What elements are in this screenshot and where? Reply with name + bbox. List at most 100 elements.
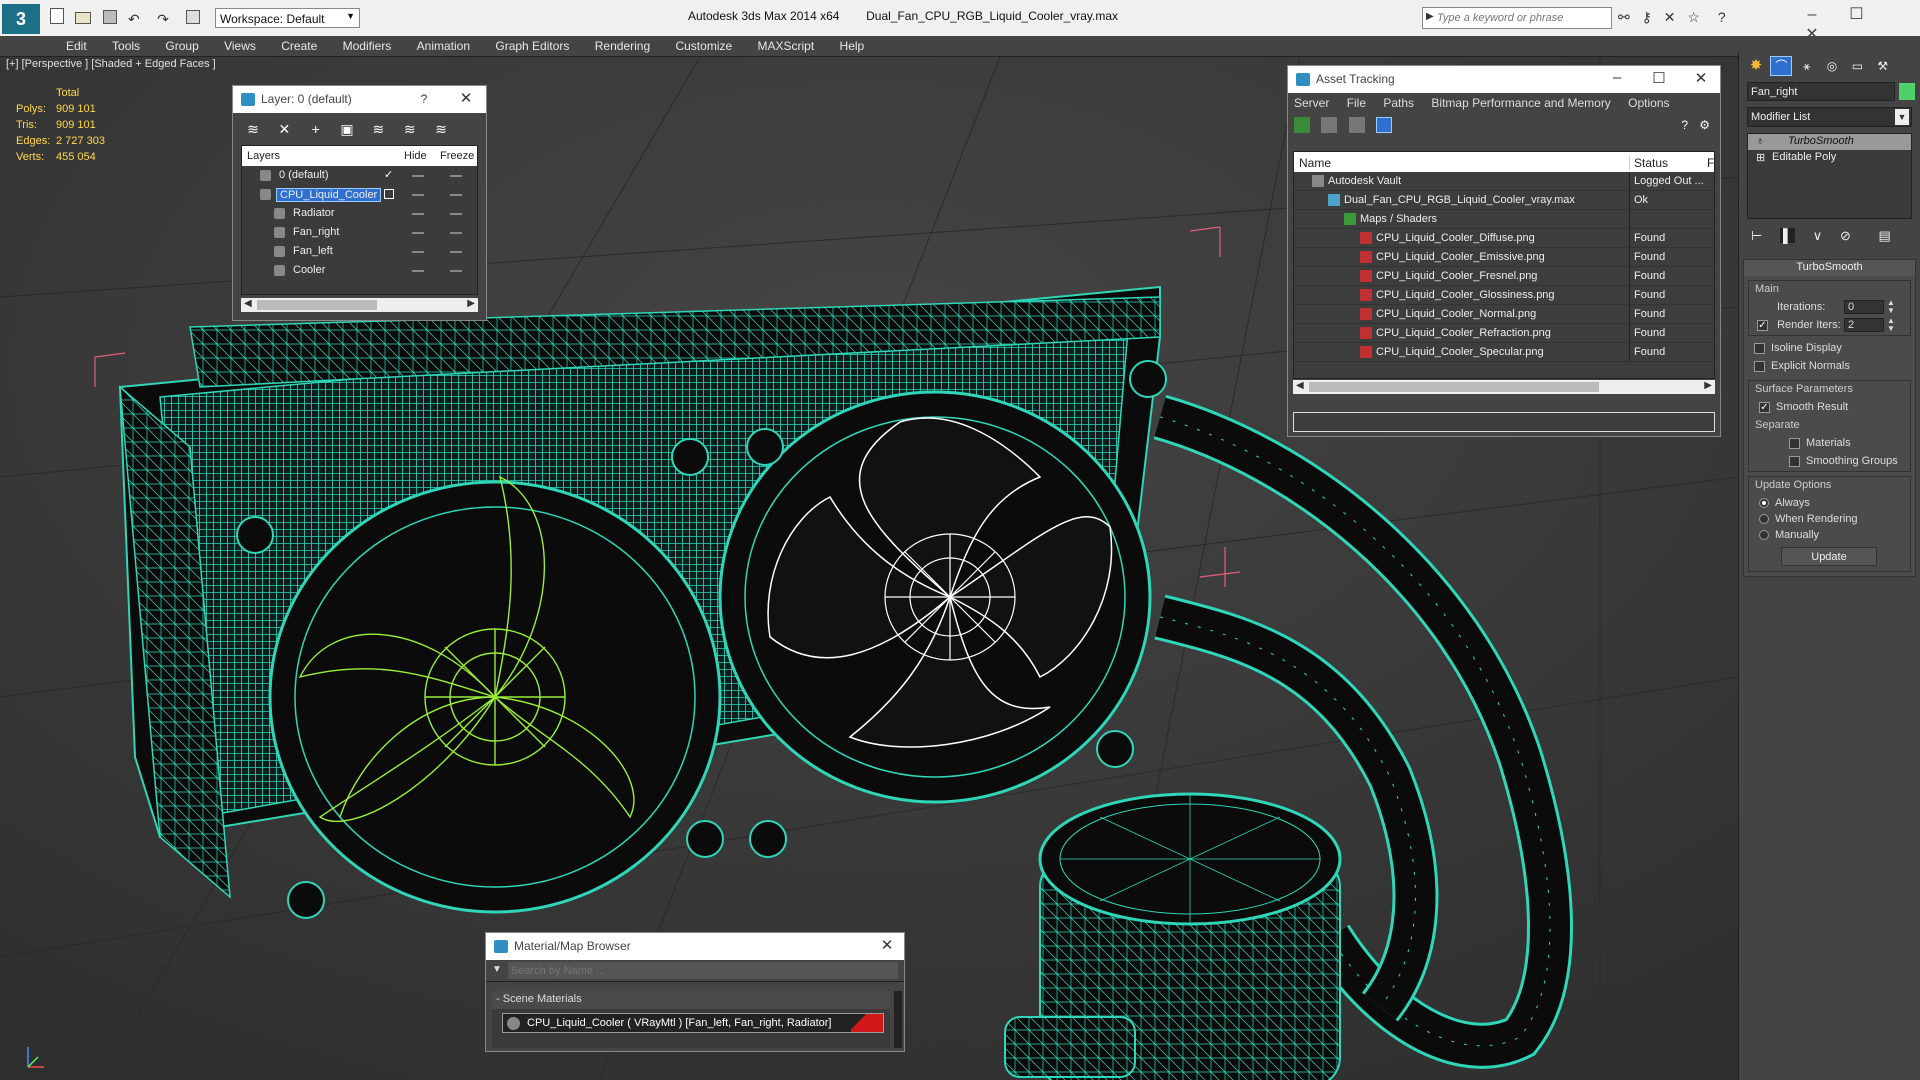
- asset-row[interactable]: CPU_Liquid_Cooler_Diffuse.png Found: [1294, 229, 1714, 248]
- close-icon[interactable]: ✕: [455, 89, 477, 109]
- hide-toggle[interactable]: [412, 270, 424, 272]
- column-freeze[interactable]: Freeze: [440, 150, 474, 162]
- binoculars-icon[interactable]: ⚯: [1618, 9, 1630, 25]
- asset-row[interactable]: CPU_Liquid_Cooler_Normal.png Found: [1294, 305, 1714, 324]
- make-unique-icon[interactable]: ∨: [1813, 228, 1823, 243]
- menu-help[interactable]: Help: [829, 36, 876, 56]
- rollout-header[interactable]: TurboSmooth: [1744, 260, 1915, 276]
- menu-customize[interactable]: Customize: [664, 36, 743, 56]
- freeze-toggle[interactable]: [450, 251, 462, 253]
- layer-row[interactable]: Fan_right: [242, 223, 477, 242]
- menu-tools[interactable]: Tools: [101, 36, 151, 56]
- when-rendering-radio[interactable]: [1759, 514, 1769, 525]
- material-entry[interactable]: CPU_Liquid_Cooler ( VRayMtl ) [Fan_left,…: [502, 1013, 884, 1033]
- select-objects-icon[interactable]: ▣: [338, 120, 356, 138]
- asset-row[interactable]: Maps / Shaders: [1294, 210, 1714, 229]
- key-icon[interactable]: ⚷: [1642, 9, 1652, 25]
- layer-window-titlebar[interactable]: Layer: 0 (default) ? ✕: [233, 86, 486, 113]
- viewport-label[interactable]: [+] [Perspective ] [Shaded + Edged Faces…: [6, 58, 216, 70]
- remove-modifier-icon[interactable]: ⊘: [1840, 228, 1851, 243]
- object-color-swatch[interactable]: [1899, 83, 1915, 100]
- material-vscrollbar[interactable]: [894, 991, 902, 1048]
- settings-icon[interactable]: ⚙: [1699, 118, 1710, 132]
- project-folder-icon[interactable]: [186, 10, 201, 24]
- menu-graph-editors[interactable]: Graph Editors: [484, 36, 580, 56]
- hide-toggle[interactable]: [412, 175, 424, 177]
- new-layer-icon[interactable]: ≋: [244, 120, 262, 138]
- menu-rendering[interactable]: Rendering: [584, 36, 661, 56]
- smooth-result-checkbox[interactable]: ✓: [1759, 401, 1770, 413]
- undo-icon[interactable]: ↶: [128, 11, 140, 28]
- scroll-left-icon[interactable]: ◀: [244, 298, 252, 309]
- layer-row[interactable]: 0 (default) ✓: [242, 166, 477, 185]
- star-icon[interactable]: ☆: [1687, 9, 1700, 25]
- menu-edit[interactable]: Edit: [55, 36, 98, 56]
- menu-group[interactable]: Group: [154, 36, 209, 56]
- render-iters-spinner[interactable]: 2: [1844, 318, 1884, 332]
- close-icon[interactable]: ✕: [876, 936, 898, 956]
- add-to-layer-icon[interactable]: +: [307, 120, 325, 138]
- asset-row[interactable]: CPU_Liquid_Cooler_Glossiness.png Found: [1294, 286, 1714, 305]
- menu-maxscript[interactable]: MAXScript: [747, 36, 826, 56]
- current-layer-check-icon[interactable]: ✓: [384, 168, 393, 181]
- create-tab-icon[interactable]: ✸: [1745, 56, 1767, 76]
- scroll-left-icon[interactable]: ◀: [1296, 380, 1304, 391]
- hide-toggle[interactable]: [412, 232, 424, 234]
- help-icon[interactable]: ?: [413, 92, 435, 112]
- render-iters-checkbox[interactable]: ✓: [1757, 319, 1768, 331]
- help-icon[interactable]: ?: [1681, 118, 1688, 132]
- column-layers[interactable]: Layers: [247, 150, 280, 162]
- smoothing-groups-checkbox[interactable]: [1789, 455, 1800, 467]
- show-end-result-icon[interactable]: ▌: [1779, 228, 1796, 243]
- maximize-icon[interactable]: ☐: [1648, 69, 1670, 89]
- search-box[interactable]: ▶: [1422, 7, 1612, 29]
- hide-all-icon[interactable]: ≋: [401, 120, 419, 138]
- modify-tab-icon[interactable]: ⌒: [1770, 56, 1793, 76]
- highlight-layer-icon[interactable]: ≋: [369, 120, 387, 138]
- modifier-list-dropdown[interactable]: Modifier List ▼: [1747, 107, 1912, 127]
- explicit-normals-checkbox[interactable]: [1754, 360, 1765, 372]
- refresh-icon[interactable]: [1294, 117, 1310, 133]
- asset-row[interactable]: Autodesk Vault Logged Out ...: [1294, 172, 1714, 191]
- open-file-icon[interactable]: [75, 12, 92, 24]
- menu-create[interactable]: Create: [270, 36, 328, 56]
- asset-menu-bitmap[interactable]: Bitmap Performance and Memory: [1431, 96, 1610, 110]
- pin-stack-icon[interactable]: ⊢: [1751, 228, 1762, 243]
- freeze-toggle[interactable]: [450, 232, 462, 234]
- set-current-layer-icon[interactable]: [384, 189, 394, 199]
- materials-checkbox[interactable]: [1789, 437, 1800, 449]
- workspace-dropdown[interactable]: Workspace: Default ▼: [215, 8, 360, 28]
- configure-sets-icon[interactable]: ▤: [1878, 228, 1890, 243]
- expand-icon[interactable]: ⊞: [1756, 151, 1765, 164]
- save-file-icon[interactable]: [102, 10, 117, 24]
- hide-toggle[interactable]: [412, 251, 424, 253]
- search-input[interactable]: [1437, 10, 1607, 26]
- update-button[interactable]: Update: [1781, 547, 1877, 566]
- tools-icon[interactable]: ✕: [1664, 9, 1676, 25]
- stack-item-editable-poly[interactable]: ⊞ Editable Poly: [1748, 150, 1911, 166]
- hide-toggle[interactable]: [412, 213, 424, 215]
- layer-row[interactable]: Radiator: [242, 204, 477, 223]
- isoline-checkbox[interactable]: [1754, 342, 1765, 354]
- manually-radio[interactable]: [1759, 530, 1769, 541]
- asset-row[interactable]: CPU_Liquid_Cooler_Emissive.png Found: [1294, 248, 1714, 267]
- new-file-icon[interactable]: [50, 8, 64, 24]
- always-radio[interactable]: [1759, 498, 1769, 509]
- asset-scrollbar[interactable]: ◀ ▶: [1293, 380, 1715, 394]
- delete-layer-icon[interactable]: ✕: [275, 120, 293, 138]
- layer-scrollbar[interactable]: ◀ ▶: [241, 298, 478, 312]
- minimize-icon[interactable]: –: [1792, 6, 1832, 24]
- list-view-icon[interactable]: [1321, 117, 1338, 133]
- freeze-all-icon[interactable]: ≋: [432, 120, 450, 138]
- hierarchy-tab-icon[interactable]: ⚹: [1796, 59, 1818, 79]
- close-icon[interactable]: ✕: [1690, 69, 1712, 89]
- freeze-toggle[interactable]: [450, 270, 462, 272]
- spinner-arrows-icon[interactable]: ▲ ▼: [1887, 299, 1895, 315]
- menu-modifiers[interactable]: Modifiers: [332, 36, 403, 56]
- menu-animation[interactable]: Animation: [406, 36, 481, 56]
- minimize-icon[interactable]: –: [1606, 69, 1628, 89]
- help-icon[interactable]: ?: [1718, 9, 1726, 25]
- utilities-tab-icon[interactable]: ⚒: [1872, 59, 1894, 79]
- material-window-titlebar[interactable]: Material/Map Browser ✕: [486, 933, 904, 960]
- stack-item-turbosmooth[interactable]: ♁ TurboSmooth: [1748, 134, 1911, 150]
